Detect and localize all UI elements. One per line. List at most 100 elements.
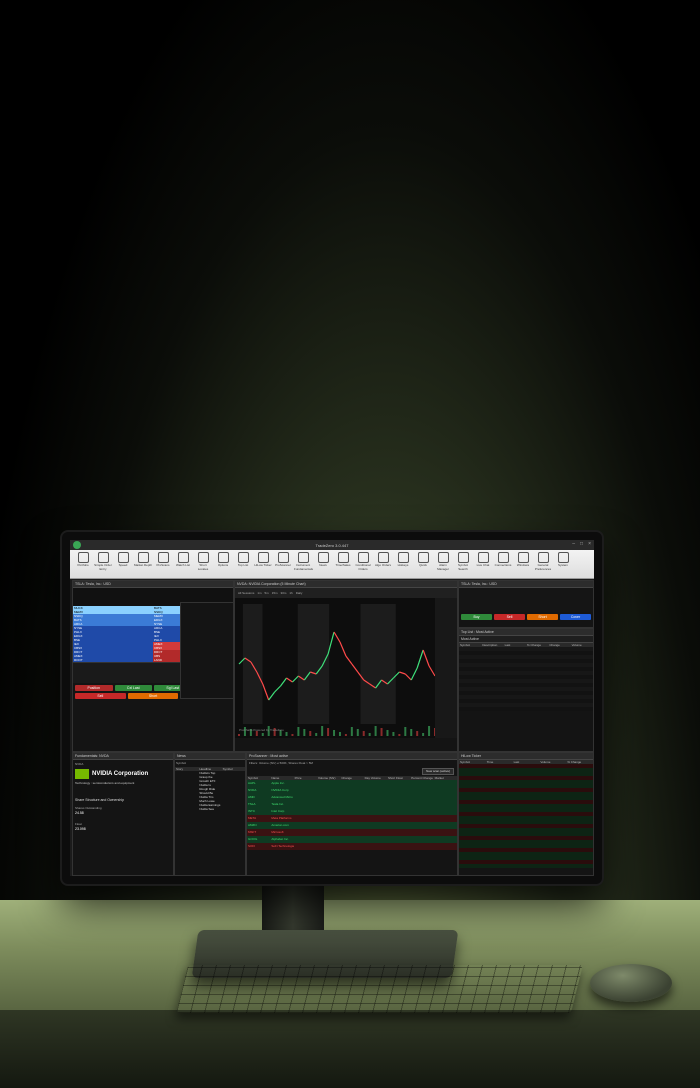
toolbar-button[interactable]: Hotkeys xyxy=(394,552,412,568)
short-button[interactable]: Short xyxy=(527,614,558,620)
proscanner-symbol: AMD xyxy=(248,795,255,799)
keyboard xyxy=(176,965,583,1013)
toplist-cell xyxy=(504,707,526,711)
toolbar-button-label: Time/Sales xyxy=(335,563,351,567)
connections-icon xyxy=(497,552,509,563)
cxl-last-button[interactable]: Cxl Last xyxy=(114,685,152,691)
toolbar-button[interactable]: Time/Sales xyxy=(334,552,352,568)
order-entry-panel: TSLA: Tesla, Inc.: USD Buy Sell Short Cover xyxy=(458,580,594,628)
proscanner-cell xyxy=(340,815,363,822)
proscanner-row[interactable]: META Meta Platforms xyxy=(247,815,457,822)
volume-bar xyxy=(350,727,353,736)
toolbar-button[interactable]: Symbol Search xyxy=(454,552,472,571)
period-tab[interactable]: 30m xyxy=(281,591,287,596)
proscanner-row[interactable]: NVDA NVIDIA Corp xyxy=(247,787,457,794)
order-entry-title: TSLA: Tesla, Inc.: USD xyxy=(459,581,593,588)
short-button[interactable]: Short xyxy=(127,693,179,699)
toolbar-button[interactable]: Watch List xyxy=(174,552,192,568)
bid-row[interactable]: ROOT xyxy=(73,658,153,662)
toolbar-button[interactable]: News xyxy=(314,552,332,568)
toolbar-button[interactable]: Top List xyxy=(234,552,252,568)
toolbar-button[interactable]: Live Chat xyxy=(474,552,492,568)
toolbar-button[interactable]: Connections xyxy=(494,552,512,568)
proscanner-row[interactable]: GOOG Alphabet Inc. xyxy=(247,836,457,843)
hilow-cell xyxy=(459,864,486,868)
proscanner-cell xyxy=(387,794,410,801)
algo-icon xyxy=(377,552,389,563)
toolbar-button[interactable]: Market Depth xyxy=(134,552,152,568)
briefcase-icon xyxy=(77,552,89,563)
volume-bar xyxy=(428,726,431,736)
toolbar-button[interactable]: Alarm Manager xyxy=(434,552,452,571)
hilow-row[interactable] xyxy=(459,864,593,868)
period-tab[interactable]: 15m xyxy=(272,591,278,596)
sell-button[interactable]: Sell xyxy=(75,693,126,699)
toolbar-button[interactable]: Windows xyxy=(514,552,532,568)
position-button[interactable]: Position xyxy=(75,685,113,691)
hilow-panel: HiLow Ticker Symbol Time Last Volume% Chang… xyxy=(458,752,594,876)
proscanner-cell xyxy=(340,801,363,808)
proscanner-cell xyxy=(434,822,457,829)
ts-cell xyxy=(181,687,233,691)
cover-button[interactable]: Cover xyxy=(560,614,591,620)
toolbar-button[interactable]: Simple Order Entry xyxy=(94,552,112,571)
proscanner-row[interactable]: AAPL Apple Inc. xyxy=(247,780,457,787)
proscanner-cell xyxy=(387,822,410,829)
minimize-icon[interactable]: – xyxy=(572,542,575,547)
proscanner-row[interactable]: AMZN Amazon.com xyxy=(247,822,457,829)
toolbar-button-label: Options xyxy=(217,563,229,567)
toolbar-button[interactable]: Algo Orders xyxy=(374,552,392,568)
proscanner-row[interactable]: INTC Intel Corp xyxy=(247,808,457,815)
proscanner-name: Meta Platforms xyxy=(271,816,292,820)
proscanner-row[interactable]: SOFI SoFi Technologies xyxy=(247,843,457,850)
volume-bar xyxy=(362,731,365,736)
period-tab[interactable]: 1m xyxy=(257,591,261,596)
period-tab[interactable]: 1h xyxy=(289,591,292,596)
period-tab[interactable]: 5m xyxy=(265,591,269,596)
maximize-icon[interactable]: □ xyxy=(580,542,583,547)
toolbar-button[interactable]: Instrument Fundamentals xyxy=(294,552,313,571)
toolbar-button-label: Simple Order Entry xyxy=(94,563,112,571)
session-selector[interactable]: All Sessions xyxy=(238,591,254,596)
proscanner-symbol: AMZN xyxy=(248,823,257,827)
toolbar-button[interactable]: HiLow Ticker xyxy=(254,552,272,568)
proscanner-symbol: META xyxy=(248,816,257,820)
news-row[interactable]: Nvidia Sea xyxy=(175,807,245,811)
shares-value: 24.58 xyxy=(75,811,84,815)
period-tab[interactable]: Daily xyxy=(296,591,303,596)
toolbar-button[interactable]: Short Locates xyxy=(194,552,212,571)
volume-bar xyxy=(315,733,318,736)
proscanner-row[interactable]: TSLA Tesla Inc. xyxy=(247,801,457,808)
toolbar-button[interactable]: ProScanner xyxy=(274,552,292,568)
toplist-cell xyxy=(481,707,503,711)
proscanner-row[interactable]: MSFT Microsoft xyxy=(247,829,457,836)
proscanner-cell xyxy=(434,836,457,843)
close-icon[interactable]: × xyxy=(588,542,591,547)
price-chart[interactable] xyxy=(235,598,457,738)
toolbar-button[interactable]: General Preferences xyxy=(534,552,552,571)
new-scan-button[interactable]: New scan (active) xyxy=(422,768,454,775)
volume-bar xyxy=(374,726,377,736)
toolbar-button[interactable]: Speed xyxy=(114,552,132,568)
buy-button[interactable]: Buy xyxy=(461,614,492,620)
proscanner-symbol: AAPL xyxy=(248,781,256,785)
toolbar-button[interactable]: Conditional Orders xyxy=(354,552,372,571)
toolbar-button[interactable]: Portfolio xyxy=(74,552,92,568)
proscanner-name: SoFi Technologies xyxy=(271,844,294,848)
proscanner-cell xyxy=(387,801,410,808)
toolbar-button[interactable]: System xyxy=(554,552,572,568)
toolbar-button[interactable]: Options xyxy=(214,552,232,568)
volume-bar xyxy=(386,730,389,736)
volume-bar xyxy=(327,728,330,736)
toplist-panel: Top List : Most Active Most Active Symbo… xyxy=(458,628,594,752)
toolbar-button-label: Watch List xyxy=(176,563,190,567)
volume-bar xyxy=(238,734,240,736)
sell-button[interactable]: Sell xyxy=(494,614,525,620)
proscanner-row[interactable]: AMD Advanced Micro xyxy=(247,794,457,801)
proscanner-cell xyxy=(317,815,340,822)
toplist-row[interactable] xyxy=(459,707,593,711)
desk-edge xyxy=(0,1010,700,1088)
toolbar-button-label: Symbol Search xyxy=(457,563,468,571)
toolbar-button[interactable]: Quick xyxy=(414,552,432,568)
toolbar-button[interactable]: ProScans xyxy=(154,552,172,568)
